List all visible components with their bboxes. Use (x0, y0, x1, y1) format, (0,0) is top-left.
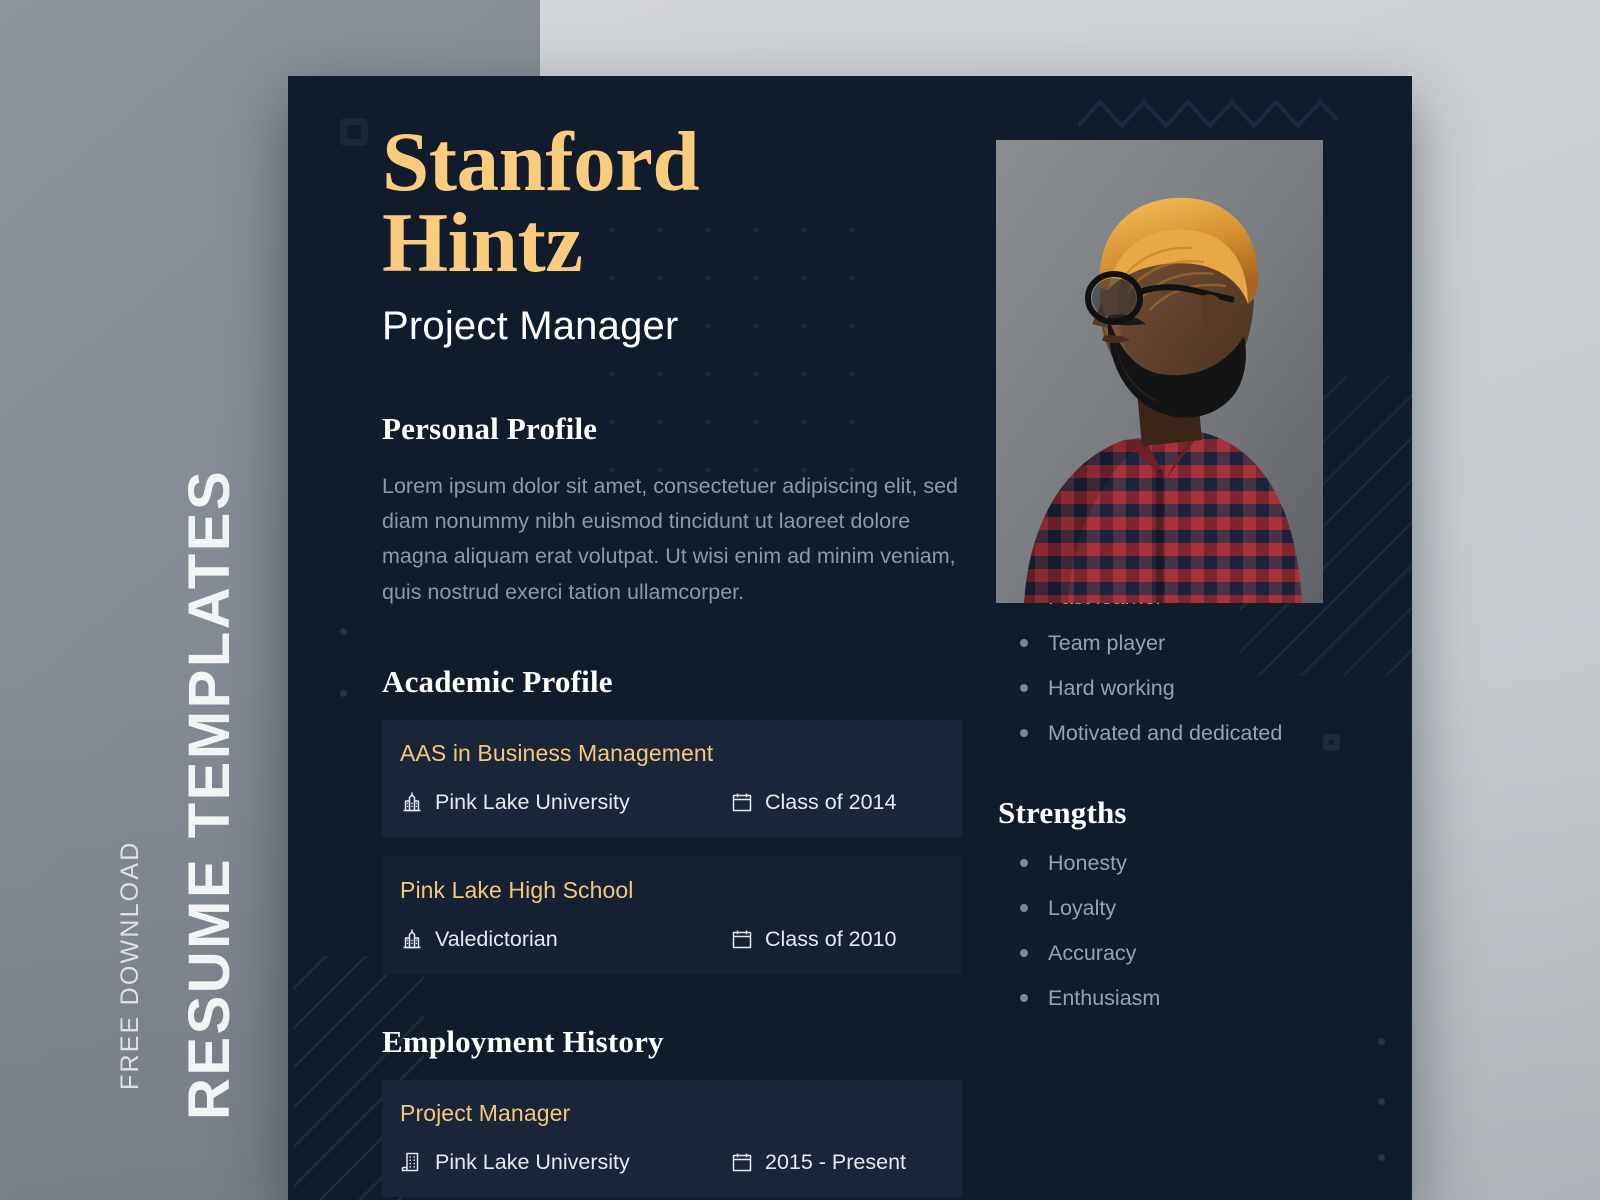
job-title: Project Manager (382, 303, 679, 348)
entry-meta: Pink Lake University 2015 - Present (400, 1149, 940, 1175)
last-name: Hintz (382, 195, 583, 290)
calendar-icon (732, 793, 752, 812)
strengths-list: Honesty Loyalty Accuracy Enthusiasm (998, 847, 1412, 1016)
entry-place-label: Pink Lake University (435, 789, 630, 814)
resume-left-column: Stanford Hintz Project Manager Personal … (382, 115, 962, 1200)
entry-place: Valedictorian (400, 926, 730, 952)
list-item: Loyalty (1014, 892, 1412, 925)
section-heading-academic-profile: Academic Profile (382, 664, 613, 700)
entry-place-label: Valedictorian (435, 926, 558, 951)
sidebar-branding: RESUME TEMPLATES FREE DOWNLOAD (0, 0, 290, 1200)
first-name: Stanford (382, 115, 700, 209)
list-item: Team player (1014, 627, 1412, 660)
entry-title: AAS in Business Management (400, 740, 714, 767)
entry-meta: Valedictorian Class of 2010 (400, 926, 940, 952)
calendar-icon (732, 930, 752, 949)
office-building-icon (401, 1153, 419, 1172)
section-heading-strengths: Strengths (998, 794, 1127, 830)
calendar-icon (732, 1153, 752, 1172)
academic-entry-card[interactable]: Pink Lake High School Valedictorian Clas… (382, 857, 962, 975)
list-item: Hard working (1014, 672, 1412, 705)
academic-entry-card[interactable]: AAS in Business Management Pink Lake Uni… (382, 720, 962, 838)
brand-title: RESUME TEMPLATES (177, 468, 242, 1120)
entry-date: Class of 2010 (730, 926, 896, 952)
page-title: Stanford Hintz (382, 115, 962, 290)
entry-title: Project Manager (400, 1100, 571, 1127)
employment-entry-card[interactable]: Project Manager Pink Lake University 201… (382, 1080, 962, 1198)
entry-meta: Pink Lake University Class of 2014 (400, 789, 940, 815)
list-item: Accuracy (1014, 937, 1412, 970)
entry-date: Class of 2014 (730, 789, 896, 815)
resume-page: Stanford Hintz Project Manager Personal … (288, 76, 1412, 1200)
list-item: Motivated and dedicated (1014, 717, 1412, 750)
entry-place: Pink Lake University (400, 1149, 730, 1175)
list-item: Enthusiasm (1014, 982, 1412, 1015)
entry-title: Pink Lake High School (400, 877, 634, 904)
entry-date: 2015 - Present (730, 1149, 906, 1175)
entry-date-label: Class of 2010 (765, 926, 897, 951)
entry-place-label: Pink Lake University (435, 1149, 630, 1174)
avatar (996, 140, 1323, 603)
section-heading-employment-history: Employment History (382, 1024, 664, 1060)
university-icon (403, 792, 421, 812)
entry-place: Pink Lake University (400, 789, 730, 815)
personal-profile-body: Lorem ipsum dolor sit amet, consectetuer… (382, 473, 958, 604)
list-item: Honesty (1014, 847, 1412, 880)
brand-subtitle: FREE DOWNLOAD (116, 840, 144, 1090)
entry-date-label: Class of 2014 (765, 789, 897, 814)
entry-date-label: 2015 - Present (765, 1149, 907, 1174)
university-icon (403, 929, 421, 949)
portrait-photo (996, 140, 1323, 603)
section-heading-personal-profile: Personal Profile (382, 410, 598, 446)
